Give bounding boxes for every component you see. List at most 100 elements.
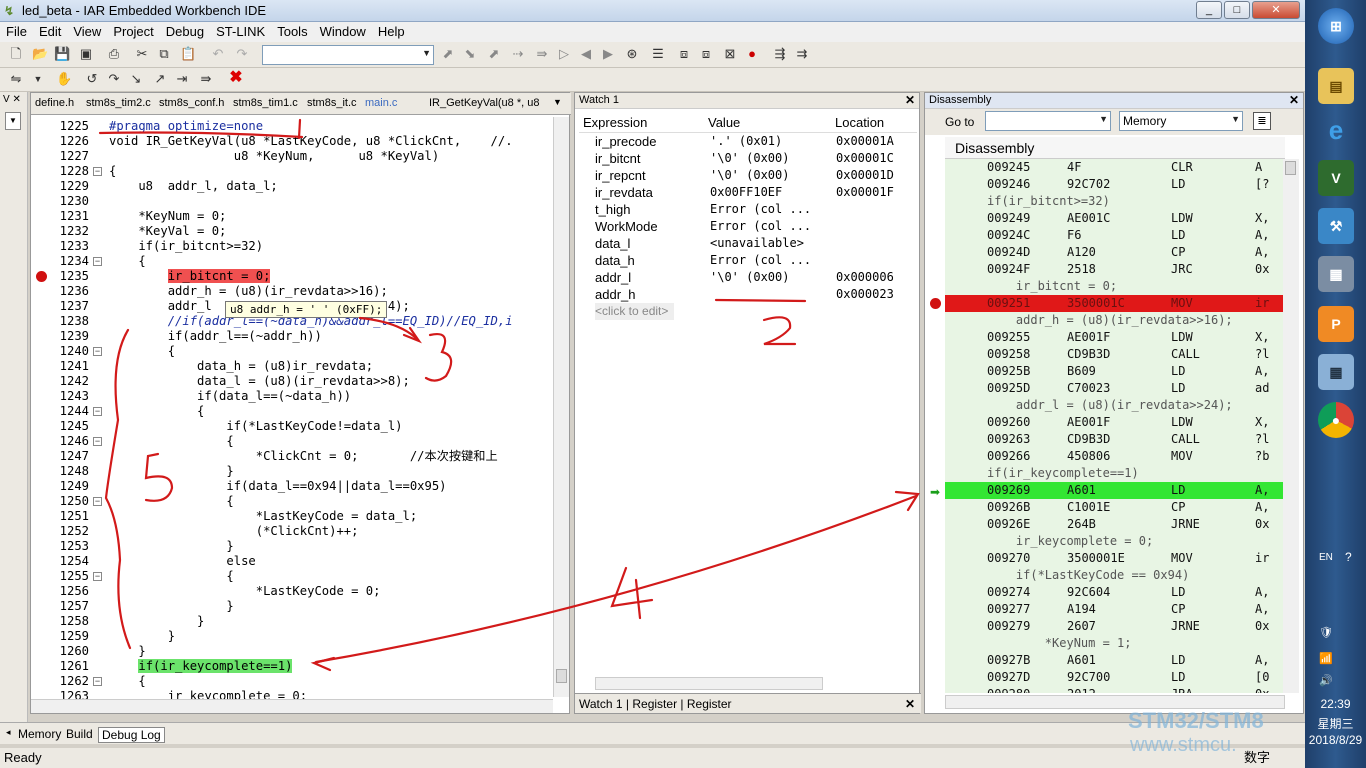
replace-icon[interactable]: ⬈ [486, 46, 502, 62]
menu-tools[interactable]: Tools [271, 22, 313, 41]
start-button-icon[interactable]: ⊞ [1318, 8, 1354, 44]
breakpoint-icon[interactable] [930, 298, 941, 309]
shield-icon[interactable]: 🛡 [1319, 626, 1333, 639]
menu-debug[interactable]: Debug [160, 22, 210, 41]
stop-build-icon[interactable]: ⊠ [722, 46, 738, 62]
code-line[interactable]: else [109, 554, 255, 569]
tab-register-2[interactable]: Register [687, 697, 732, 711]
watch-row[interactable]: data_l <unavailable> [579, 235, 917, 252]
browse-icon[interactable]: ⊛ [624, 46, 640, 62]
watch-row[interactable]: ir_repcnt '\0' (0x00) 0x00001D [579, 167, 917, 184]
tab-memory[interactable]: Memory [18, 727, 61, 741]
vim-icon[interactable]: V [1318, 160, 1354, 196]
fold-toggle-icon[interactable]: − [93, 407, 102, 416]
watch-value[interactable]: Error (col ... [710, 201, 811, 218]
code-line[interactable]: u8 *KeyNum, u8 *KeyVal) [109, 149, 439, 164]
tab-stm8s-conf-h[interactable]: stm8s_conf.h [159, 97, 224, 109]
code-line[interactable]: #pragma optimize=none [109, 119, 263, 134]
close-icon[interactable]: ✕ [905, 93, 915, 108]
code-line[interactable]: { [109, 674, 145, 689]
editor-horizontal-scrollbar[interactable] [31, 699, 553, 713]
code-line[interactable]: ir_keycomplete = 0; [109, 689, 307, 699]
function-combo[interactable]: IR_GetKeyVal(u8 *, u8 [429, 97, 539, 109]
click-to-edit[interactable]: <click to edit> [595, 303, 675, 320]
code-line[interactable]: *KeyVal = 0; [109, 224, 226, 239]
disassembly-row[interactable]: 00924D A120 CP A, [945, 244, 1283, 261]
disassembly-row[interactable]: 009260 AE001F LDW X, [945, 414, 1283, 431]
chevron-down-icon[interactable]: ▼ [5, 112, 21, 130]
disassembly-row[interactable]: 009280 2012 JRA 0x [945, 686, 1283, 693]
disassembly-row[interactable]: 009249 AE001C LDW X, [945, 210, 1283, 227]
fold-toggle-icon[interactable]: − [93, 677, 102, 686]
watch-value[interactable]: '\0' (0x00) [710, 269, 789, 286]
disassembly-row[interactable]: 009277 A194 CP A, [945, 601, 1283, 618]
step-into-icon[interactable]: ↘ [128, 71, 144, 87]
redo-icon[interactable]: ↷ [234, 46, 250, 62]
maximize-button[interactable]: □ [1224, 1, 1250, 19]
undo-icon[interactable]: ↶ [210, 46, 226, 62]
watch-row[interactable]: t_high Error (col ... [579, 201, 917, 218]
disassembly-row[interactable]: 00925D C70023 LD ad [945, 380, 1283, 397]
watch-click-to-edit-row[interactable]: <click to edit> [579, 303, 917, 320]
watch-row[interactable]: ir_bitcnt '\0' (0x00) 0x00001C [579, 150, 917, 167]
code-line[interactable]: { [109, 164, 116, 179]
find-combo[interactable]: ▼ [262, 45, 434, 65]
editor-vertical-scrollbar[interactable] [553, 117, 569, 697]
close-icon[interactable]: ✕ [1289, 93, 1299, 108]
code-line[interactable]: data_h = (u8)ir_revdata; [109, 359, 373, 374]
disassembly-row[interactable]: 009270 3500001E MOV ir [945, 550, 1283, 567]
debug-without-download-icon[interactable]: ⇉ [794, 46, 810, 62]
watch-row[interactable]: WorkMode Error (col ... [579, 218, 917, 235]
tab-stm8s-tim2-c[interactable]: stm8s_tim2.c [86, 97, 151, 109]
nav-forward-icon[interactable]: ▶ [600, 46, 616, 62]
disassembly-row[interactable]: 009274 92C604 LD A, [945, 584, 1283, 601]
watch-row[interactable]: data_h Error (col ... [579, 252, 917, 269]
disassembly-breakpoint-row[interactable]: 009251 3500001C MOV ir [945, 295, 1283, 312]
fold-toggle-icon[interactable]: − [93, 257, 102, 266]
goto-combo[interactable]: ▼ [985, 111, 1111, 131]
goto-icon[interactable]: ⇢ [510, 46, 526, 62]
code-line[interactable]: (*ClickCnt)++; [109, 524, 359, 539]
tools-icon[interactable]: ⚒ [1318, 208, 1354, 244]
network-icon[interactable]: 📶 [1319, 652, 1333, 665]
watch-row[interactable]: addr_l '\0' (0x00) 0x000006 [579, 269, 917, 286]
watch-value[interactable]: 0x00FF10EF [710, 184, 782, 201]
new-file-icon[interactable]: 🗋 [8, 46, 24, 62]
help-icon[interactable]: ? [1345, 550, 1352, 564]
toggle-breakpoint-icon[interactable]: ● [744, 46, 760, 62]
minimize-button[interactable]: _ [1196, 1, 1222, 19]
print-icon[interactable]: ⎙ [106, 46, 122, 62]
disassembly-source-line[interactable]: if(ir_keycomplete==1) [945, 465, 1283, 482]
disassembly-source-line[interactable]: ir_keycomplete = 0; [945, 533, 1283, 550]
disassembly-source-line[interactable]: if(ir_bitcnt>=32) [945, 193, 1283, 210]
next-statement-icon[interactable]: ⇥ [174, 71, 190, 87]
watch-row[interactable]: addr_h 0x000023 [579, 286, 917, 303]
bookmark-icon[interactable]: ⇛ [534, 46, 550, 62]
disassembly-horizontal-scrollbar[interactable] [945, 695, 1285, 709]
save-icon[interactable]: 💾 [54, 46, 70, 62]
watch-value[interactable]: '\0' (0x00) [710, 150, 789, 167]
code-line[interactable]: } [109, 539, 233, 554]
tab-stm8s-tim1-c[interactable]: stm8s_tim1.c [233, 97, 298, 109]
watch-row[interactable]: ir_revdata 0x00FF10EF 0x00001F [579, 184, 917, 201]
run-to-cursor-icon[interactable]: ⇛ [198, 71, 214, 87]
code-line[interactable]: addr_h = (u8)(ir_revdata>>16); [109, 284, 388, 299]
break-icon[interactable]: ✋ [56, 71, 72, 87]
calculator-icon[interactable]: ▦ [1318, 354, 1354, 390]
stop-debug-icon[interactable]: ✖ [228, 70, 244, 86]
code-line[interactable]: data_l = (u8)(ir_revdata>>8); [109, 374, 410, 389]
menu-project[interactable]: Project [107, 22, 159, 41]
code-line[interactable]: u8 addr_l, data_l; [109, 179, 277, 194]
fold-toggle-icon[interactable]: − [93, 572, 102, 581]
disassembly-row[interactable]: 00925B B609 LD A, [945, 363, 1283, 380]
tab-build[interactable]: Build [66, 727, 93, 741]
chevron-down-icon[interactable]: ▼ [553, 97, 562, 107]
disassembly-row[interactable]: 00926B C1001E CP A, [945, 499, 1283, 516]
code-line[interactable]: if(ir_keycomplete==1) [109, 659, 293, 674]
find-next-icon[interactable]: ⬈ [440, 46, 456, 62]
code-line[interactable]: *ClickCnt = 0; //本次按键和上 [109, 449, 498, 464]
pin-icon[interactable]: V ✕ [3, 94, 21, 105]
rebuild-icon[interactable]: ⧈ [698, 46, 714, 62]
code-line[interactable]: { [109, 434, 233, 449]
code-line[interactable]: } [109, 644, 145, 659]
